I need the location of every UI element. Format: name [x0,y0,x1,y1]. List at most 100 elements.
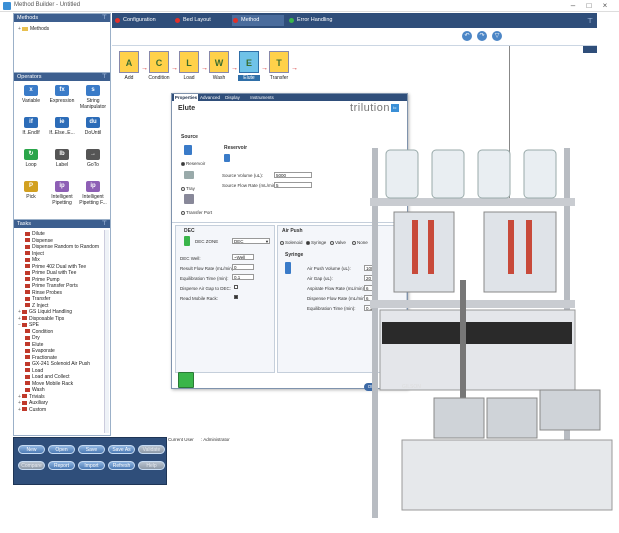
task-label: GX-241 Solenoid Air Push [32,361,91,367]
task-icon [25,251,30,256]
methods-tree: + Methods [17,26,103,33]
task-label: Z Inject [32,302,49,309]
validate-button[interactable]: Validate [138,445,165,454]
workflow-step-add[interactable]: A Add [118,51,140,81]
task-label: Elute [32,341,44,348]
task-label: Transfer [32,296,51,302]
radio-tray[interactable]: Tray [181,186,195,191]
operator-label: If..EndIf [22,130,40,136]
current-user-value: : Administrator [201,437,230,442]
task-item[interactable]: + Custom [17,407,103,414]
radio-reservoir-dot[interactable] [181,161,185,166]
methods-tree-item[interactable]: + Methods [17,26,103,33]
tab-configuration[interactable]: Configuration [114,15,156,26]
compare-button[interactable]: Compare [18,461,45,470]
task-item[interactable]: Dispense Random to Random [17,244,103,251]
radio-transfer-port[interactable]: Transfer Port [181,210,212,215]
title-bar: Method Builder - Untitled – □ × [0,0,619,12]
radio-reservoir[interactable]: Reservoir [181,161,205,166]
result-flow-input[interactable]: 0 [232,264,254,270]
workflow-step-transfer[interactable]: T Transfer [268,51,290,81]
save-as-button[interactable]: Save As [108,445,135,454]
operator-loop[interactable]: ↻ Loop [16,149,46,168]
operator-dountil[interactable]: du DoUntil [78,117,108,136]
equil-input[interactable]: 0.1 [232,274,254,280]
read-mobile-checkbox[interactable] [234,295,238,299]
task-label: Dry [32,335,40,341]
chevron-down-icon[interactable]: ▼ [265,239,269,244]
ap-radio-syringe[interactable]: Syringe [306,240,326,245]
pin-icon[interactable]: ⊤ [102,14,107,22]
pin-icon[interactable]: ⊤ [585,17,595,25]
radio-transfer-port-dot[interactable] [181,210,185,215]
operator-variable[interactable]: x Variable [16,85,46,104]
task-label: Prime Dual with Tee [32,270,77,276]
tasks-scrollbar[interactable] [104,230,109,433]
operator-expression[interactable]: fx Expression [47,85,77,104]
dialog-tab-instruments[interactable]: Instruments [244,94,280,101]
task-label: Dispense [32,237,53,244]
source-flow-input[interactable]: 5 [274,182,312,188]
tasks-title: Tasks [17,221,32,227]
import-button[interactable]: Import [78,461,105,470]
open-button[interactable]: Open [48,445,75,454]
source-volume-input[interactable]: 5000 [274,172,312,178]
undo-icon[interactable]: ↶ [462,31,472,41]
refresh-button[interactable]: Refresh [108,461,135,470]
methods-panel: Methods ⊤ + Methods [13,13,111,76]
operator-string[interactable]: s String Manipulator [78,85,108,110]
minimize-icon[interactable]: – [566,1,580,10]
ap-radio-solenoid-dot[interactable] [280,240,284,245]
dialog-tab-advanced[interactable]: Advanced [199,94,221,101]
operator-if[interactable]: if If..EndIf [16,117,46,136]
save-button[interactable]: Save [78,445,105,454]
ap-radio-syringe-dot[interactable] [306,240,310,245]
dialog-tab-display[interactable]: Display [222,94,243,101]
ap-radio-solenoid-label: Solenoid [285,240,303,245]
flow-arrow-icon: → [201,65,208,72]
folder-icon [22,26,28,31]
workflow-step-elute[interactable]: E Elute [238,51,260,81]
disperse-checkbox[interactable] [234,285,238,289]
tab-bed-layout[interactable]: Bed Layout [174,15,211,26]
operator-label: String Manipulator [79,98,107,110]
source-title: Source [181,134,198,140]
workflow-step-condition[interactable]: C Condition [148,51,170,81]
dialog-tab-properties[interactable]: Properties [174,94,198,101]
pin-icon[interactable]: ⊤ [102,73,107,81]
help-button[interactable]: Help [138,461,165,470]
ap-radio-solenoid[interactable]: Solenoid [280,240,303,245]
dec-zone-select[interactable]: DEC ▼ [232,238,270,244]
task-icon [25,283,30,288]
task-icon [25,329,30,334]
workflow-step-load[interactable]: L Load [178,51,200,81]
task-icon [25,270,30,275]
operator-pick[interactable]: P Pick [16,181,46,200]
tab-error-handling[interactable]: Error Handling [288,15,332,26]
dialog-tabs: Properties Advanced Display Instruments [172,94,407,101]
workflow-step-wash[interactable]: W Wash [208,51,230,81]
close-icon[interactable]: × [598,1,612,10]
operator-ifelse[interactable]: ie If..Else..E... [47,117,77,136]
pin-icon[interactable]: ⊤ [102,220,107,228]
task-label: Dispense Random to Random [32,244,99,250]
filter-icon[interactable]: ▽ [492,31,502,41]
ap-radio-valve-dot[interactable] [330,240,334,245]
task-label: Rinse Probes [32,289,63,296]
radio-tray-dot[interactable] [181,186,185,191]
maximize-icon[interactable]: □ [582,1,596,10]
operator-pipetting[interactable]: ip Intelligent Pipetting [47,181,77,206]
operator-pipetting-f[interactable]: ip Intelligent Pipetting F... [78,181,108,206]
operators-panel: Operators ⊤ x Variable fx Expression s String … [13,72,111,224]
task-icon [25,381,30,386]
task-label: Dilute [32,231,45,237]
dec-well-input[interactable]: ~Well [232,254,254,260]
step-label: Condition [148,75,170,81]
operator-label[interactable]: lb Label [47,149,77,168]
report-button[interactable]: Report [48,461,75,470]
task-icon [25,355,30,360]
tab-method[interactable]: Method [232,15,284,26]
redo-icon[interactable]: ↷ [477,31,487,41]
operator-goto[interactable]: → GoTo [78,149,108,168]
new-button[interactable]: New [18,445,45,454]
